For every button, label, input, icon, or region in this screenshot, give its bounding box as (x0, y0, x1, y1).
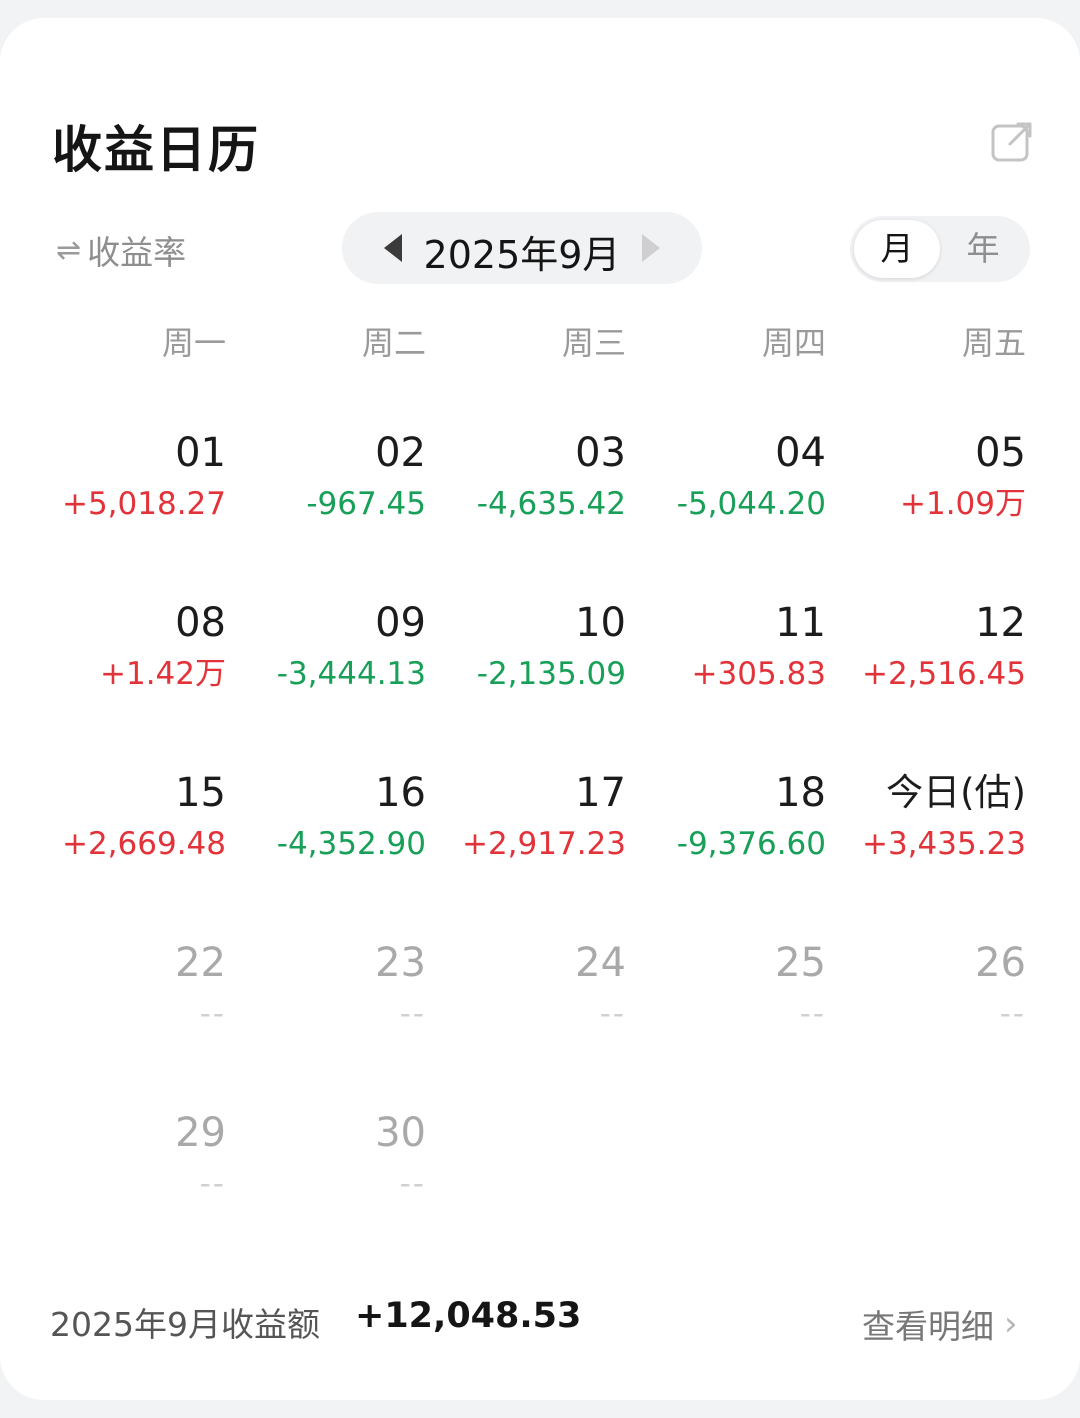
calendar-day-cell[interactable]: 15 +2,669.48 (6, 768, 226, 864)
day-profit-value: -- (999, 996, 1026, 1032)
day-profit-value: +5,018.27 (61, 486, 226, 522)
profit-calendar-card: 收益日历 ⇌ 收益率 2025年9月 月 年 周一 周二 周三 周四 周五 01 +5,0… (0, 18, 1080, 1400)
calendar-day-cell: 22 -- (6, 938, 226, 1034)
day-profit-value: +2,917.23 (461, 826, 626, 862)
period-segmented-control: 月 年 (850, 216, 1030, 282)
segment-year[interactable]: 年 (940, 220, 1026, 278)
calendar-day-cell[interactable]: 11 +305.83 (606, 598, 826, 694)
monthly-total-value: +12,048.53 (355, 1296, 582, 1336)
calendar-day-cell[interactable]: 05 +1.09万 (806, 428, 1026, 524)
day-profit-value: -- (199, 996, 226, 1032)
day-number: 02 (375, 430, 426, 476)
calendar-day-cell[interactable]: 08 +1.42万 (6, 598, 226, 694)
rate-toggle-label: 收益率 (87, 233, 187, 272)
calendar-day-cell[interactable]: 17 +2,917.23 (406, 768, 626, 864)
day-profit-value: +3,435.23 (861, 826, 1026, 862)
day-number: 04 (775, 430, 826, 476)
page-title: 收益日历 (52, 121, 260, 179)
monthly-total-label: 2025年9月收益额 (50, 1305, 320, 1344)
day-profit-value: -9,376.60 (676, 826, 826, 862)
calendar-day-cell: 26 -- (806, 938, 1026, 1034)
calendar-day-cell[interactable]: 16 -4,352.90 (206, 768, 426, 864)
day-profit-value: +2,516.45 (861, 656, 1026, 692)
calendar-day-cell: 29 -- (6, 1108, 226, 1204)
day-profit-value: +305.83 (691, 656, 826, 692)
day-number: 01 (175, 430, 226, 476)
calendar-day-cell: 24 -- (406, 938, 626, 1034)
day-number: 15 (175, 770, 226, 816)
day-number: 29 (175, 1110, 226, 1156)
today-label: 今日(估) (886, 771, 1026, 814)
rate-toggle-button[interactable]: ⇌ 收益率 (56, 226, 186, 274)
day-profit-value: -2,135.09 (476, 656, 626, 692)
day-number: 09 (375, 600, 426, 646)
day-number: 11 (775, 600, 826, 646)
day-number: 18 (775, 770, 826, 816)
day-number: 25 (775, 940, 826, 986)
day-profit-value: +1.42万 (100, 656, 226, 692)
day-profit-value: -4,635.42 (476, 486, 626, 522)
day-profit-value: -- (399, 1166, 426, 1202)
view-details-link[interactable]: 查看明细 › (862, 1300, 1018, 1348)
calendar-day-cell[interactable]: 10 -2,135.09 (406, 598, 626, 694)
view-details-label: 查看明细 (862, 1307, 994, 1346)
weekday-label: 周四 (761, 324, 826, 362)
day-number: 17 (575, 770, 626, 816)
calendar-day-cell[interactable]: 18 -9,376.60 (606, 768, 826, 864)
day-profit-value: -- (399, 996, 426, 1032)
day-number: 16 (375, 770, 426, 816)
day-profit-value: -- (799, 996, 826, 1032)
calendar-day-cell: 25 -- (606, 938, 826, 1034)
calendar-day-cell[interactable]: 04 -5,044.20 (606, 428, 826, 524)
day-number: 03 (575, 430, 626, 476)
day-profit-value: -- (199, 1166, 226, 1202)
day-number: 12 (975, 600, 1026, 646)
segment-month[interactable]: 月 (854, 220, 940, 278)
day-number: 10 (575, 600, 626, 646)
day-profit-value: +2,669.48 (61, 826, 226, 862)
day-profit-value: -3,444.13 (276, 656, 426, 692)
day-number: 22 (175, 940, 226, 986)
next-month-icon[interactable] (642, 234, 660, 262)
day-profit-value: -- (599, 996, 626, 1032)
weekday-label: 周五 (961, 324, 1026, 362)
weekday-label: 周三 (561, 324, 626, 362)
calendar-day-cell[interactable]: 12 +2,516.45 (806, 598, 1026, 694)
chevron-right-icon: › (1004, 1304, 1018, 1344)
calendar-day-cell[interactable]: 01 +5,018.27 (6, 428, 226, 524)
calendar-day-cell[interactable]: 今日(估) +3,435.23 (806, 768, 1026, 864)
month-selector: 2025年9月 (342, 212, 702, 284)
day-profit-value: +1.09万 (900, 486, 1026, 522)
external-link-icon[interactable] (990, 120, 1034, 164)
swap-icon: ⇌ (56, 232, 82, 268)
calendar-day-cell: 30 -- (206, 1108, 426, 1204)
day-number: 05 (975, 430, 1026, 476)
day-profit-value: -967.45 (306, 486, 426, 522)
day-number: 30 (375, 1110, 426, 1156)
calendar-day-cell: 23 -- (206, 938, 426, 1034)
weekday-label: 周一 (161, 324, 226, 362)
day-number: 24 (575, 940, 626, 986)
day-number: 23 (375, 940, 426, 986)
calendar-day-cell[interactable]: 03 -4,635.42 (406, 428, 626, 524)
calendar-day-cell[interactable]: 02 -967.45 (206, 428, 426, 524)
day-number: 08 (175, 600, 226, 646)
day-number: 26 (975, 940, 1026, 986)
day-profit-value: -5,044.20 (676, 486, 826, 522)
calendar-day-cell[interactable]: 09 -3,444.13 (206, 598, 426, 694)
day-profit-value: -4,352.90 (276, 826, 426, 862)
weekday-label: 周二 (361, 324, 426, 362)
